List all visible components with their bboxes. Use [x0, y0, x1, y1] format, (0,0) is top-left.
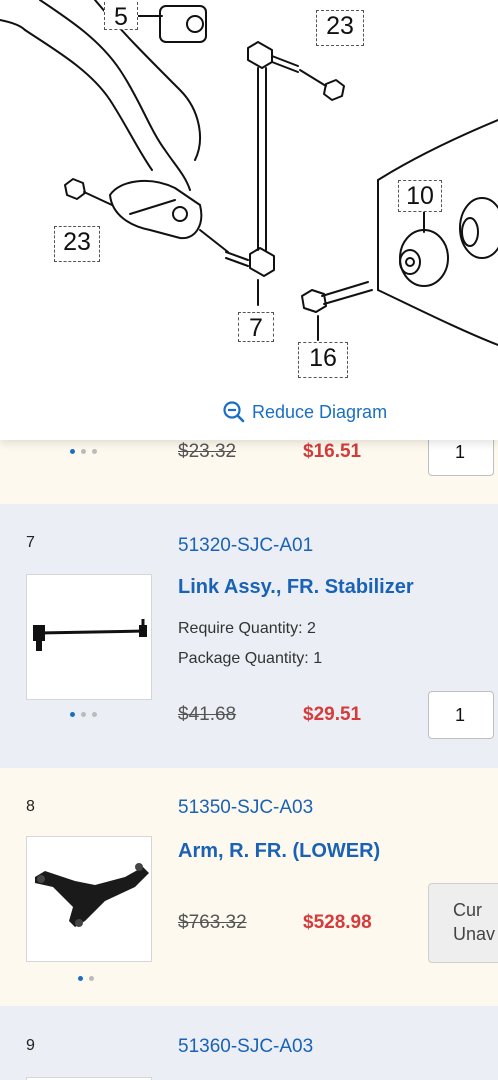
sale-price: $528.98	[303, 912, 372, 933]
original-price: $41.68	[178, 704, 237, 725]
callout-7[interactable]: 7	[238, 312, 274, 342]
quantity-input[interactable]: 1	[428, 691, 494, 739]
carousel-dot[interactable]	[92, 712, 97, 717]
callout-10[interactable]: 10	[398, 180, 442, 212]
part-number-link[interactable]: 51360-SJC-A03	[178, 1036, 313, 1058]
part-thumbnail[interactable]	[26, 836, 152, 962]
part-name-link[interactable]: Arm, R. FR. (LOWER)	[178, 840, 380, 863]
parts-diagram[interactable]: 5 23 23 10 7 16 Reduce Diagram	[0, 0, 498, 440]
image-carousel-dots[interactable]	[70, 712, 97, 717]
status-line-2: Unav	[453, 924, 496, 944]
reduce-diagram-button[interactable]: Reduce Diagram	[222, 398, 387, 426]
stabilizer-link-image	[33, 619, 147, 651]
callout-23-left[interactable]: 23	[54, 226, 100, 262]
item-index: 7	[26, 534, 35, 551]
callout-23-top[interactable]: 23	[316, 10, 364, 46]
zoom-out-icon	[223, 401, 245, 423]
reduce-diagram-label: Reduce Diagram	[252, 401, 388, 422]
part-number-link[interactable]: 51320-SJC-A01	[178, 535, 313, 557]
availability-status: Cur Unav	[428, 883, 498, 963]
image-carousel-dots[interactable]	[78, 976, 94, 981]
sale-price: $29.51	[303, 704, 362, 725]
carousel-dot[interactable]	[70, 712, 75, 717]
control-arm-image	[35, 863, 149, 927]
sale-price: $16.51	[303, 441, 362, 462]
package-quantity: Package Quantity: 1	[178, 650, 323, 667]
original-price: $23.32	[178, 441, 237, 462]
item-index: 9	[26, 1037, 35, 1054]
list-item: 9 51360-SJC-A03	[0, 1006, 498, 1080]
callout-16[interactable]: 16	[298, 342, 348, 378]
part-number-link[interactable]: 51350-SJC-A03	[178, 797, 313, 819]
status-line-1: Cur	[453, 900, 483, 920]
part-thumbnail[interactable]	[26, 574, 152, 700]
list-item: 8 51350-SJC-A03 Arm, R. FR. (LOWER) $763…	[0, 768, 498, 1006]
require-quantity: Require Quantity: 2	[178, 620, 316, 637]
item-index: 8	[26, 798, 35, 815]
carousel-dot[interactable]	[92, 449, 97, 454]
callout-5[interactable]: 5	[104, 2, 138, 31]
carousel-dot[interactable]	[81, 449, 86, 454]
carousel-dot[interactable]	[70, 449, 75, 454]
carousel-dot[interactable]	[81, 712, 86, 717]
diagram-illustration	[0, 0, 498, 346]
image-carousel-dots[interactable]	[70, 449, 97, 454]
carousel-dot[interactable]	[89, 976, 94, 981]
list-item: 7 51320-SJC-A01 Link Assy., FR. Stabiliz…	[0, 504, 498, 768]
carousel-dot[interactable]	[78, 976, 83, 981]
original-price: $763.32	[178, 912, 247, 933]
part-name-link[interactable]: Link Assy., FR. Stabilizer	[178, 576, 414, 599]
